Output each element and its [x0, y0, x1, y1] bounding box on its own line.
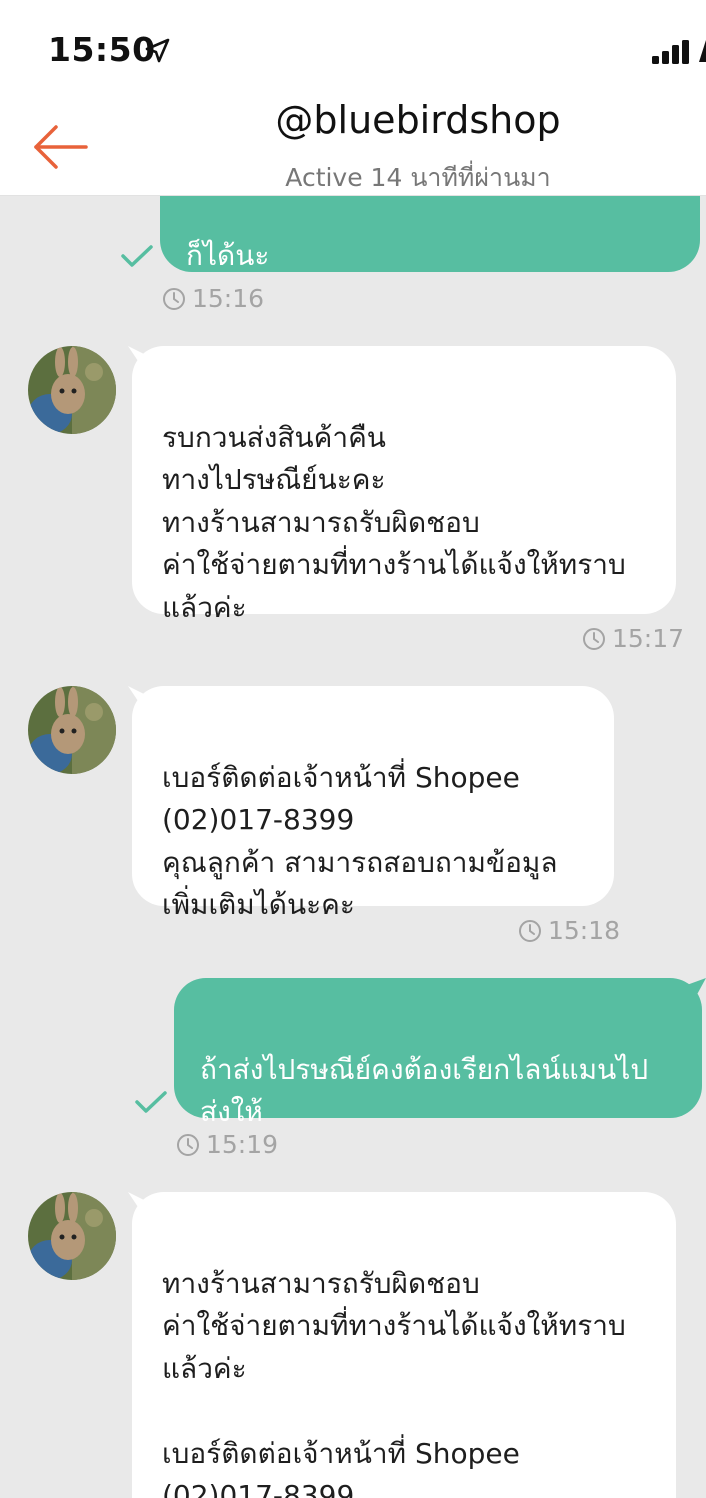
incoming-message-bubble[interactable]: รบกวนส่งสินค้าคืน ทางไปรษณีย์นะคะ ทางร้า…: [132, 346, 676, 624]
avatar[interactable]: [28, 1192, 116, 1280]
avatar[interactable]: [28, 346, 116, 434]
clock-icon: [519, 919, 541, 942]
message-timestamp: 15:19: [176, 1130, 278, 1159]
status-time: 15:50: [48, 30, 156, 69]
chat-title: @bluebirdshop: [275, 98, 561, 142]
message-timestamp: 15:16: [162, 284, 264, 313]
location-arrow-icon: [145, 38, 170, 63]
chat-header: 15:50 @bluebirdshop Active 14 นาทีที่ผ่า…: [0, 0, 706, 196]
message-text: รบกวนส่งสินค้าคืน ทางไปรษณีย์นะคะ ทางร้า…: [162, 420, 626, 624]
clock-icon: [583, 627, 605, 650]
rabbit-avatar-icon: [28, 686, 116, 774]
incoming-message-bubble[interactable]: ทางร้านสามารถรับผิดชอบ ค่าใช้จ่ายตามที่ท…: [132, 1192, 676, 1498]
outgoing-message-bubble[interactable]: ถ้าส่งไปรษณีย์คงต้องเรียกไลน์แมนไป ส่งให…: [174, 978, 702, 1128]
message-text: ถ้าส่งไปรษณีย์คงต้องเรียกไลน์แมนไป ส่งให…: [200, 1052, 649, 1129]
incoming-message-bubble[interactable]: เบอร์ติดต่อเจ้าหน้าที่ Shopee (02)017-83…: [132, 686, 614, 921]
message-text: ก็ได้นะ: [186, 238, 270, 272]
clock-icon: [163, 287, 185, 310]
message-text: เบอร์ติดต่อเจ้าหน้าที่ Shopee (02)017-83…: [162, 760, 558, 922]
bubble-tail: [684, 978, 706, 1000]
wifi-icon: [699, 40, 706, 62]
cellular-signal-icon: [652, 40, 689, 64]
checkmark-icon: [135, 1091, 167, 1113]
clock-icon: [177, 1133, 199, 1156]
rabbit-avatar-icon: [28, 1192, 116, 1280]
message-timestamp: 15:17: [582, 624, 684, 653]
checkmark-icon: [121, 245, 153, 267]
rabbit-avatar-icon: [28, 346, 116, 434]
avatar[interactable]: [28, 686, 116, 774]
message-text: ทางร้านสามารถรับผิดชอบ ค่าใช้จ่ายตามที่ท…: [162, 1266, 626, 1498]
chat-status-subtitle: Active 14 นาทีที่ผ่านมา: [285, 163, 551, 192]
chat-screen: ก็ได้นะ 15:16 รบกวนส่งสินค้าคืน ทางไปรษณ…: [0, 0, 706, 1498]
message-timestamp: 15:18: [518, 916, 620, 945]
